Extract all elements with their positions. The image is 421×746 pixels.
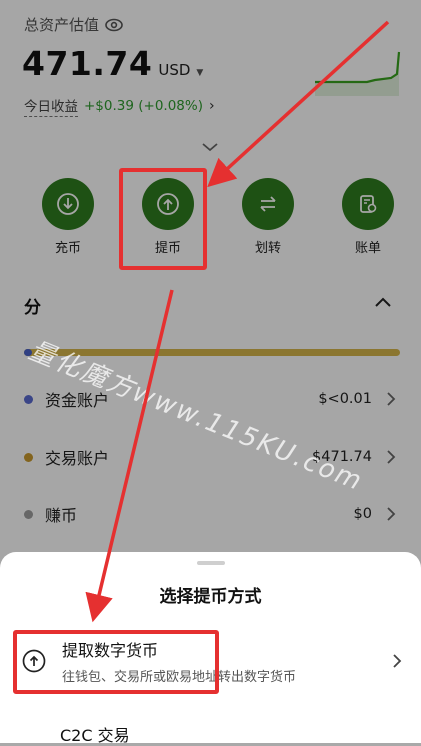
sheet-title: 选择提币方式 (159, 587, 262, 607)
option-highlight-box (13, 630, 219, 694)
sheet-drag-handle[interactable] (197, 561, 225, 565)
withdraw-highlight-box (119, 168, 207, 270)
chevron-right-icon (393, 654, 402, 668)
c2c-option[interactable]: C2C 交易 (60, 722, 130, 746)
